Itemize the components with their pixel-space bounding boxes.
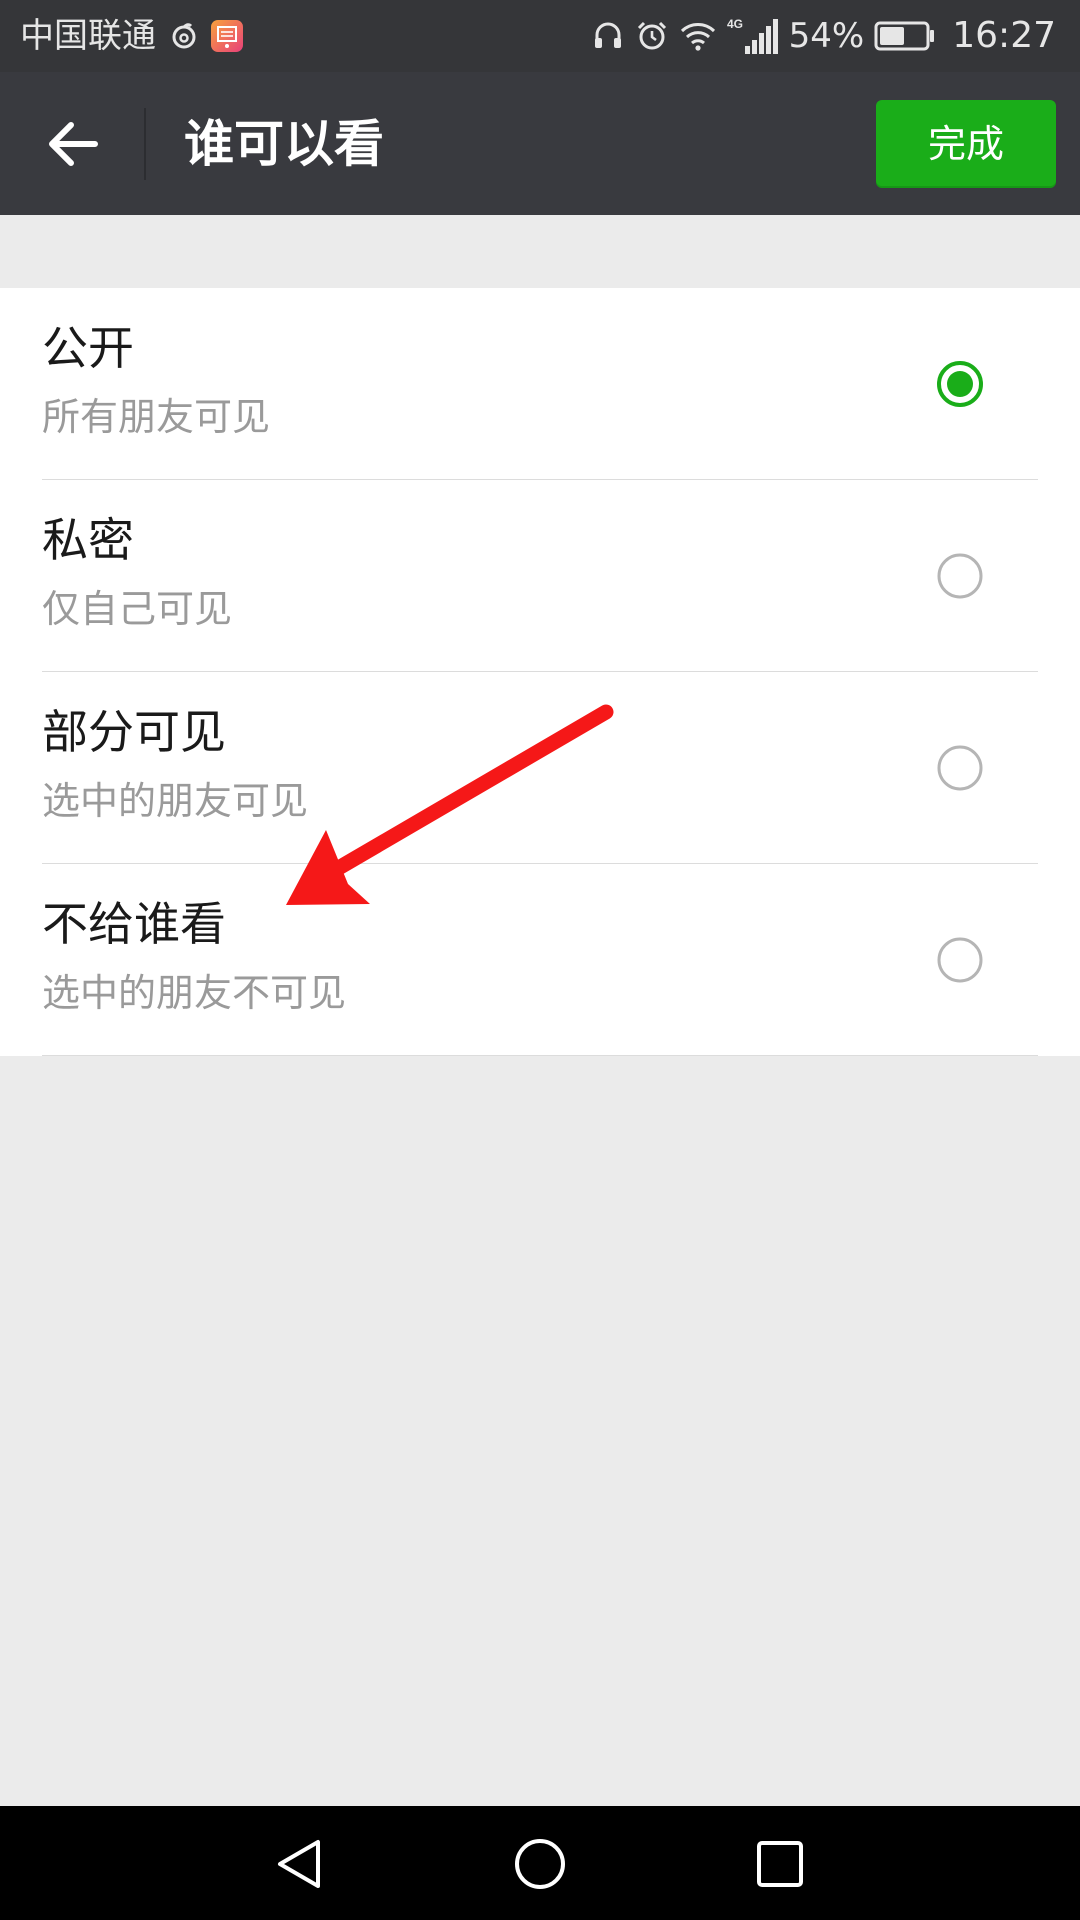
battery-percent: 54% [788,16,865,56]
nav-home-button[interactable] [504,1828,576,1900]
option-label: 公开 [42,321,134,375]
option-public[interactable]: 公开 所有朋友可见 [0,288,1080,480]
back-button[interactable] [30,104,116,184]
radio-unselected-icon[interactable] [936,744,984,792]
app-bar-divider [144,108,146,180]
nav-home-icon [515,1839,565,1889]
clock: 16:27 [952,15,1056,56]
back-arrow-icon [49,122,98,166]
app-notification-icon [210,19,244,53]
alarm-icon [635,19,669,53]
navigation-bar [0,1806,1080,1920]
option-partially-visible[interactable]: 部分可见 选中的朋友可见 [0,672,1080,864]
nav-back-icon [278,1840,320,1888]
app-bar: 谁可以看 完成 [0,72,1080,215]
radio-unselected-icon[interactable] [936,936,984,984]
option-label: 不给谁看 [42,897,226,951]
done-button[interactable]: 完成 [876,100,1056,188]
network-type-label: 4G [727,17,743,31]
signal-icon: 4G [727,16,779,56]
status-bar: 中国联通 4G 54% 16:27 [0,0,1080,72]
option-description: 选中的朋友可见 [42,779,309,823]
wifi-icon [679,19,717,53]
option-description: 选中的朋友不可见 [42,971,347,1015]
headset-icon [591,19,625,53]
screen: 中国联通 4G 54% 16:27 谁可以看 完成 公开 所有朋友可见 私密 仅… [0,0,1080,1920]
notification-icons [168,16,244,56]
page-title: 谁可以看 [184,115,384,173]
battery-fill [880,27,905,45]
battery-icon [874,19,936,53]
visibility-options-list: 公开 所有朋友可见 私密 仅自己可见 部分可见 选中的朋友可见 不给谁看 选中的… [0,288,1080,1056]
option-hide-from[interactable]: 不给谁看 选中的朋友不可见 [0,864,1080,1056]
radio-selected-icon[interactable] [936,360,984,408]
option-description: 仅自己可见 [42,587,233,631]
nav-back-button[interactable] [264,1828,336,1900]
nav-recents-icon [757,1841,803,1887]
option-label: 私密 [42,513,134,567]
option-private[interactable]: 私密 仅自己可见 [0,480,1080,672]
radio-unselected-icon[interactable] [936,552,984,600]
divider [42,1055,1038,1056]
option-description: 所有朋友可见 [42,395,271,439]
carrier-name: 中国联通 [20,16,156,56]
option-label: 部分可见 [42,705,226,759]
nav-recents-button[interactable] [744,1828,816,1900]
netease-music-icon [168,20,200,52]
system-icons: 4G 54% 16:27 [591,12,1056,60]
